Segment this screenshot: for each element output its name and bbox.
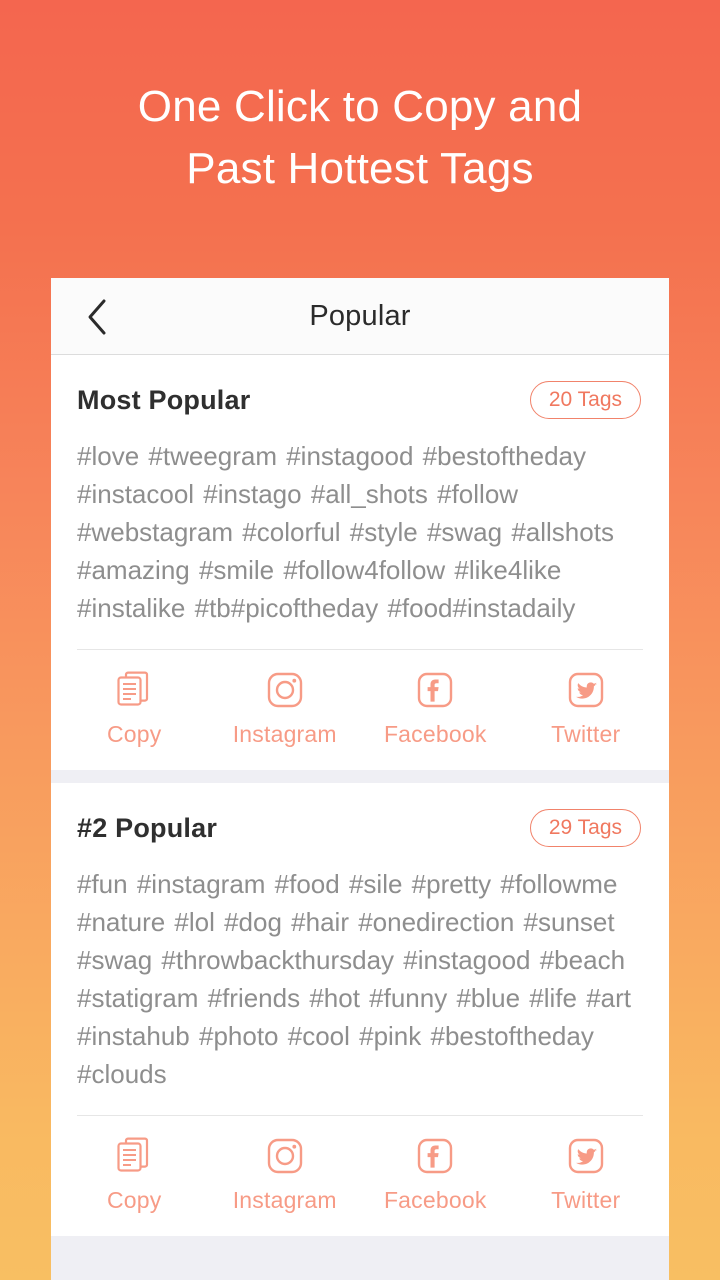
app-screenshot: Popular Most Popular 20 Tags #love #twee… [51,278,669,1280]
facebook-action-label: Facebook [383,721,487,747]
card-header: Most Popular 20 Tags [51,355,669,427]
twitter-icon [564,1134,608,1178]
instagram-icon [263,668,307,712]
copy-icon [112,668,156,712]
twitter-action-button[interactable]: Twitter [511,1134,662,1214]
back-button[interactable] [65,278,129,355]
card-title: #2 Popular [77,812,218,843]
chevron-left-icon [85,297,109,337]
headline-line-2: Past Hottest Tags [186,144,534,193]
facebook-action-label: Facebook [383,1187,487,1213]
twitter-icon [564,668,608,712]
navigation-bar: Popular [51,278,669,355]
copy-action-label: Copy [107,1187,162,1213]
tag-list-text[interactable]: #love #tweegram #instagood #bestoftheday… [51,427,669,649]
page-title: Popular [309,299,411,332]
instagram-action-label: Instagram [232,1187,337,1213]
tag-list-text[interactable]: #fun #instagram #food #sile #pretty #fol… [51,855,669,1115]
copy-action-button[interactable]: Copy [59,1134,210,1214]
instagram-action-label: Instagram [232,721,337,747]
tag-card: #2 Popular 29 Tags #fun #instagram #food… [51,783,669,1236]
headline-line-1: One Click to Copy and [137,82,583,131]
tag-card: Most Popular 20 Tags #love #tweegram #in… [51,355,669,770]
card-header: #2 Popular 29 Tags [51,783,669,855]
facebook-icon [413,1134,457,1178]
instagram-action-button[interactable]: Instagram [210,668,361,748]
instagram-action-button[interactable]: Instagram [210,1134,361,1214]
card-actions: Copy Instagram Facebook Twitter [51,1116,669,1236]
facebook-action-button[interactable]: Facebook [360,1134,511,1214]
facebook-action-button[interactable]: Facebook [360,668,511,748]
instagram-icon [263,1134,307,1178]
card-actions: Copy Instagram Facebook Twitter [51,650,669,770]
copy-icon [112,1134,156,1178]
card-title: Most Popular [77,384,251,415]
twitter-action-label: Twitter [551,1187,621,1213]
twitter-action-label: Twitter [551,721,621,747]
twitter-action-button[interactable]: Twitter [511,668,662,748]
facebook-icon [413,668,457,712]
copy-action-button[interactable]: Copy [59,668,210,748]
tag-card-list: Most Popular 20 Tags #love #tweegram #in… [51,355,669,1236]
copy-action-label: Copy [107,721,162,747]
tag-count-badge: 20 Tags [529,381,641,419]
page-headline: One Click to Copy and Past Hottest Tags [0,0,720,200]
tag-count-badge: 29 Tags [529,809,641,847]
